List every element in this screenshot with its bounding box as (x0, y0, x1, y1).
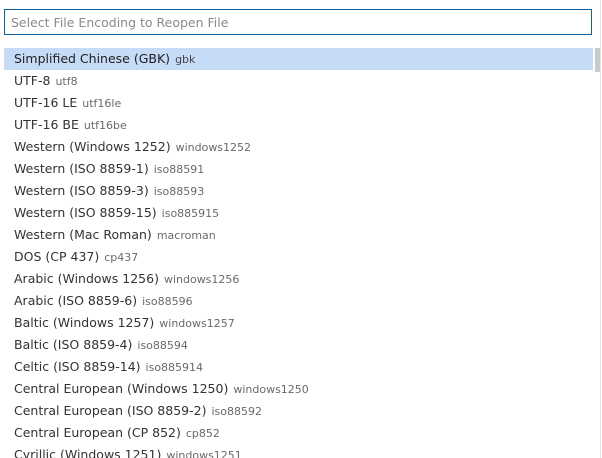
encoding-item-iso88592[interactable]: Central European (ISO 8859-2) iso88592 (4, 400, 593, 422)
encoding-id: windows1256 (163, 273, 240, 286)
encoding-id: windows1250 (233, 383, 309, 396)
encoding-label: UTF-8 (14, 73, 51, 88)
encoding-item-iso88596[interactable]: Arabic (ISO 8859-6) iso88596 (4, 290, 593, 312)
encoding-id: iso885915 (161, 207, 220, 220)
encoding-id: utf16be (83, 119, 127, 132)
encoding-label: Central European (Windows 1250) (14, 381, 229, 396)
encoding-id: iso88596 (142, 295, 193, 308)
encoding-item-macroman[interactable]: Western (Mac Roman) macroman (4, 224, 593, 246)
encoding-id: iso88593 (153, 185, 205, 198)
encoding-id: gbk (175, 53, 196, 66)
encoding-id: windows1252 (175, 141, 252, 154)
encoding-id: cp852 (185, 427, 220, 440)
encoding-label: UTF-16 BE (14, 117, 79, 132)
encoding-label: Western (ISO 8859-15) (14, 205, 157, 220)
encoding-item-iso885915[interactable]: Western (ISO 8859-15) iso885915 (4, 202, 593, 224)
encoding-label: Central European (ISO 8859-2) (14, 403, 207, 418)
encoding-label: Celtic (ISO 8859-14) (14, 359, 141, 374)
encoding-label: Baltic (ISO 8859-4) (14, 337, 133, 352)
encoding-label: Western (ISO 8859-1) (14, 161, 149, 176)
encoding-id: windows1251 (166, 449, 242, 458)
encoding-id: cp437 (104, 251, 139, 264)
encoding-search-input[interactable] (5, 10, 591, 34)
encoding-id: utf8 (55, 75, 78, 88)
encoding-label: Arabic (ISO 8859-6) (14, 293, 138, 308)
encoding-item-windows1252[interactable]: Western (Windows 1252) windows1252 (4, 136, 593, 158)
encoding-id: windows1257 (159, 317, 235, 330)
encoding-label: Arabic (Windows 1256) (14, 271, 159, 286)
encoding-item-windows1256[interactable]: Arabic (Windows 1256) windows1256 (4, 268, 593, 290)
encoding-label: Baltic (Windows 1257) (14, 315, 155, 330)
encoding-label: Central European (CP 852) (14, 425, 181, 440)
encoding-label: Cyrillic (Windows 1251) (14, 447, 162, 458)
encoding-item-cp437[interactable]: DOS (CP 437) cp437 (4, 246, 593, 268)
encoding-item-gbk[interactable]: Simplified Chinese (GBK) gbk (4, 48, 593, 70)
encoding-id: utf16le (82, 97, 122, 110)
encoding-id: iso88592 (211, 405, 262, 418)
encoding-item-cp852[interactable]: Central European (CP 852) cp852 (4, 422, 593, 444)
encoding-label: DOS (CP 437) (14, 249, 100, 264)
encoding-item-iso88593[interactable]: Western (ISO 8859-3) iso88593 (4, 180, 593, 202)
encoding-item-utf16le[interactable]: UTF-16 LE utf16le (4, 92, 593, 114)
encoding-item-utf8[interactable]: UTF-8 utf8 (4, 70, 593, 92)
encoding-id: iso885914 (145, 361, 204, 374)
encoding-list: Simplified Chinese (GBK) gbk UTF-8 utf8 UTF-… (4, 48, 593, 458)
encoding-item-windows1251[interactable]: Cyrillic (Windows 1251) windows1251 (4, 444, 593, 458)
quick-pick-widget: Simplified Chinese (GBK)gbkUTF-8utf8UTF-… (0, 0, 602, 458)
encoding-id: iso88591 (153, 163, 205, 176)
encoding-label: Simplified Chinese (GBK) (14, 51, 171, 66)
encoding-item-iso885914[interactable]: Celtic (ISO 8859-14) iso885914 (4, 356, 593, 378)
encoding-item-iso88591[interactable]: Western (ISO 8859-1) iso88591 (4, 158, 593, 180)
encoding-id: iso88594 (137, 339, 188, 352)
encoding-item-utf16be[interactable]: UTF-16 BE utf16be (4, 114, 593, 136)
encoding-label: Western (Mac Roman) (14, 227, 152, 242)
widget-edge-divider (600, 0, 601, 458)
encoding-label: Western (ISO 8859-3) (14, 183, 149, 198)
encoding-item-iso88594[interactable]: Baltic (ISO 8859-4) iso88594 (4, 334, 593, 356)
encoding-item-windows1257[interactable]: Baltic (Windows 1257) windows1257 (4, 312, 593, 334)
encoding-label: UTF-16 LE (14, 95, 78, 110)
encoding-search-box[interactable] (4, 9, 592, 35)
encoding-item-windows1250[interactable]: Central European (Windows 1250) windows12… (4, 378, 593, 400)
encoding-id: macroman (156, 229, 216, 242)
encoding-label: Western (Windows 1252) (14, 139, 171, 154)
